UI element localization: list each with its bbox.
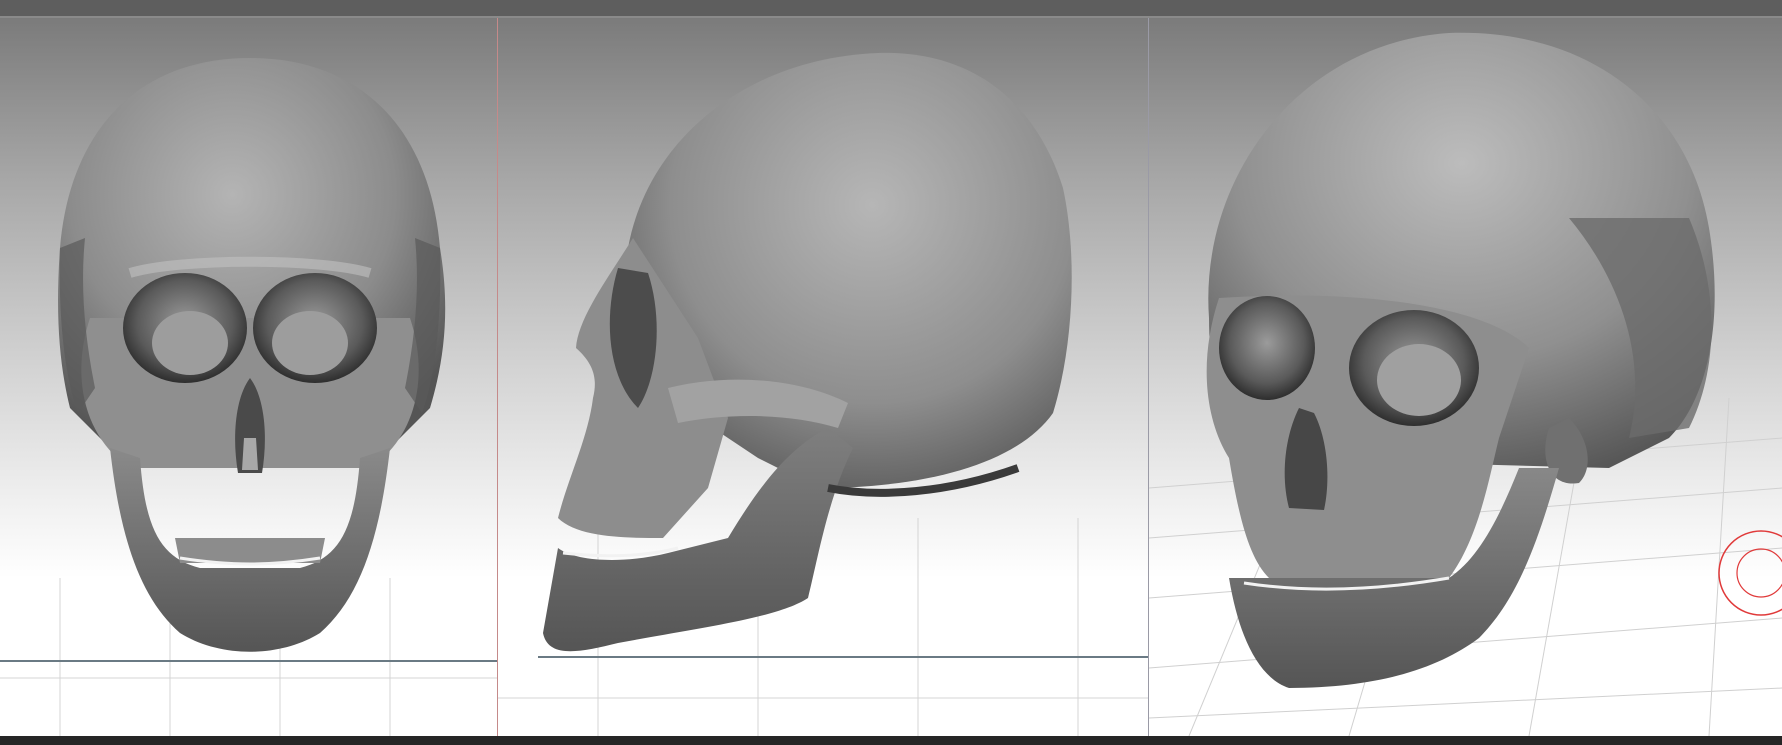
viewport-area	[0, 18, 1782, 736]
rotate-gizmo-icon[interactable]	[1716, 528, 1782, 618]
viewport-divider[interactable]	[1148, 18, 1149, 736]
viewport-divider[interactable]	[497, 18, 498, 736]
perspective-skull-render	[1149, 32, 1782, 736]
zbrush-canvas[interactable]	[0, 0, 1782, 745]
side-viewport[interactable]	[498, 18, 1148, 736]
front-skull-render	[0, 58, 497, 736]
top-toolbar	[0, 0, 1782, 16]
front-viewport[interactable]	[0, 18, 497, 736]
side-skull-render	[498, 52, 1148, 736]
bottom-status-bar	[0, 736, 1782, 745]
perspective-viewport[interactable]	[1149, 18, 1782, 736]
left-orbit	[1219, 296, 1315, 400]
